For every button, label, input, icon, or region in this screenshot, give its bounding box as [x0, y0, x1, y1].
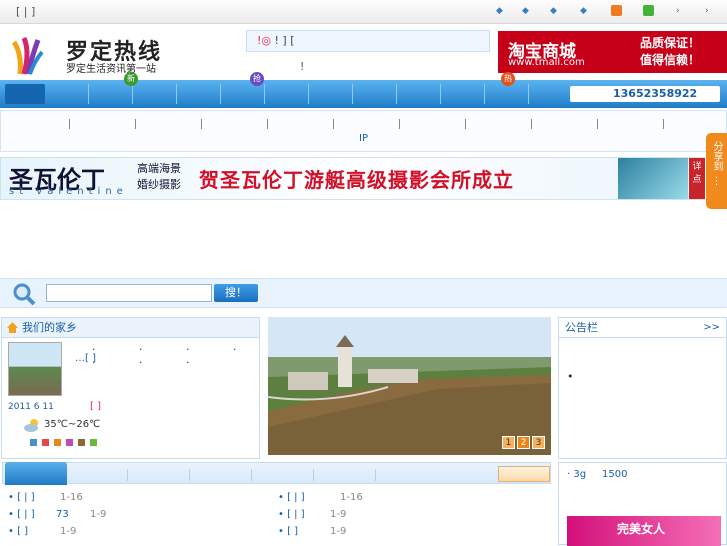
small-icon[interactable]	[78, 439, 85, 446]
grab-badge: 抢	[250, 72, 264, 86]
hot-badge: 热	[501, 72, 515, 86]
list-item[interactable]: • [ | ] 1-16	[8, 489, 258, 506]
new-badge: 新	[124, 72, 138, 86]
notice-board-header: 公告栏 >>	[559, 318, 726, 338]
small-icon[interactable]	[42, 439, 49, 446]
right-side-panel: · 3g 1500 完美女人	[558, 462, 727, 546]
search-bar: 搜！	[0, 278, 727, 308]
search-icon	[13, 283, 36, 306]
post-button[interactable]	[498, 466, 550, 482]
logo-mark-icon	[11, 37, 44, 75]
house-icon	[7, 322, 18, 333]
small-icon[interactable]	[54, 439, 61, 446]
link-dot-icon[interactable]: ◆	[550, 6, 557, 16]
ad-banner[interactable]: 圣瓦伦丁 高端海景 婚纱摄影 st valentine 贺圣瓦伦丁游艇高级摄影会所…	[0, 157, 705, 200]
small-icon[interactable]	[66, 439, 73, 446]
mobile-icon[interactable]	[643, 5, 654, 16]
banner-english: st valentine	[9, 186, 128, 197]
notice-subtext: !	[300, 60, 305, 73]
banner-slogan: 贺圣瓦伦丁游艇高级摄影会所成立	[199, 168, 514, 192]
listing-column-right: • [ | ] 1-16 • [ | ] 1-9 • [ ] 1-9	[278, 489, 548, 540]
nav-home-tab[interactable]	[5, 84, 45, 104]
notice-board-title: 公告栏	[565, 321, 598, 334]
top-utility-bar: [ | ] ◆ ◆ ◆ ◆ › ›	[0, 0, 727, 24]
login-links[interactable]: [ | ]	[16, 5, 35, 18]
hometown-panel: 我们的家乡 . . . . . . . …[ ] 2011 6 11 [ ] 3…	[1, 317, 260, 459]
slideshow-pager: 123	[500, 434, 545, 449]
link-dot-icon[interactable]: ◆	[522, 6, 529, 16]
ip-link[interactable]: IP	[359, 133, 368, 144]
rss-icon[interactable]	[611, 5, 622, 16]
tmall-url: www.tmall.com	[508, 57, 585, 68]
page-button[interactable]: 3	[532, 436, 545, 449]
search-button[interactable]: 搜！	[214, 284, 258, 302]
hometown-more-link[interactable]: …[ ]	[75, 353, 96, 364]
more-link[interactable]: >>	[703, 318, 720, 338]
hometown-thumbnail[interactable]	[8, 342, 62, 396]
link-dot-icon[interactable]: ◆	[580, 6, 587, 16]
banner-boat-image	[618, 158, 688, 199]
list-item[interactable]: • [ ] 1-9	[8, 523, 258, 540]
chevron-right-icon[interactable]: ›	[705, 6, 709, 16]
main-nav: 新 抢 热 13652358922	[0, 72, 727, 108]
share-tab[interactable]: 分享到 ⋮	[706, 133, 727, 209]
notice-board: 公告栏 >> •	[558, 317, 727, 459]
tab-active[interactable]	[5, 462, 67, 485]
tmall-slogan: 品质保证！ 值得信赖！	[640, 36, 701, 67]
hometown-photo-slideshow[interactable]: 123	[268, 317, 551, 455]
notice-item[interactable]: •	[567, 370, 574, 383]
notice-text: ! ] [	[274, 34, 295, 47]
tmall-ad-banner[interactable]: 淘宝商城 www.tmall.com 品质保证！ 值得信赖！	[498, 31, 727, 73]
cloudy-weather-icon	[24, 419, 38, 432]
site-logo[interactable]: 罗定热线 罗定生活资讯第一站	[10, 34, 190, 78]
category-tabs	[2, 462, 551, 485]
hometown-title[interactable]: 我们的家乡	[22, 321, 77, 334]
3g-link[interactable]: · 3g 1500	[567, 469, 627, 480]
list-item[interactable]: • [ ] 1-9	[278, 523, 548, 540]
page-button[interactable]: 2	[517, 436, 530, 449]
hometown-dots: . . . . . . .	[92, 340, 257, 366]
small-icon[interactable]	[90, 439, 97, 446]
notice-warn: !◎	[257, 34, 272, 47]
notice-box[interactable]: !◎ ! ] [	[246, 30, 490, 52]
list-item[interactable]: • [ | ] 73 1-9	[8, 506, 258, 523]
listing-column-left: • [ | ] 1-16 • [ | ] 73 1-9 • [ ] 1-9	[8, 489, 258, 540]
banner-subtitle: 高端海景 婚纱摄影	[137, 162, 181, 191]
list-item[interactable]: • [ | ] 1-16	[278, 489, 548, 506]
temperature: 35℃~26℃	[44, 419, 101, 430]
banner-detail-button[interactable]: 详点	[689, 158, 705, 199]
hometown-date: 2011 6 11	[8, 402, 54, 412]
hometown-header: 我们的家乡	[2, 318, 259, 338]
small-icon[interactable]	[30, 439, 37, 446]
search-input[interactable]	[46, 284, 212, 302]
link-dot-icon[interactable]: ◆	[496, 6, 503, 16]
chevron-right-icon[interactable]: ›	[676, 6, 680, 16]
page-button[interactable]: 1	[502, 436, 515, 449]
logo-subtitle: 罗定生活资讯第一站	[66, 64, 156, 75]
list-item[interactable]: • [ | ] 1-9	[278, 506, 548, 523]
hometown-bracket[interactable]: [ ]	[90, 401, 101, 412]
sub-nav: IP	[0, 110, 727, 152]
hotline-phone: 13652358922	[570, 86, 720, 102]
beauty-ad[interactable]: 完美女人	[567, 516, 721, 546]
